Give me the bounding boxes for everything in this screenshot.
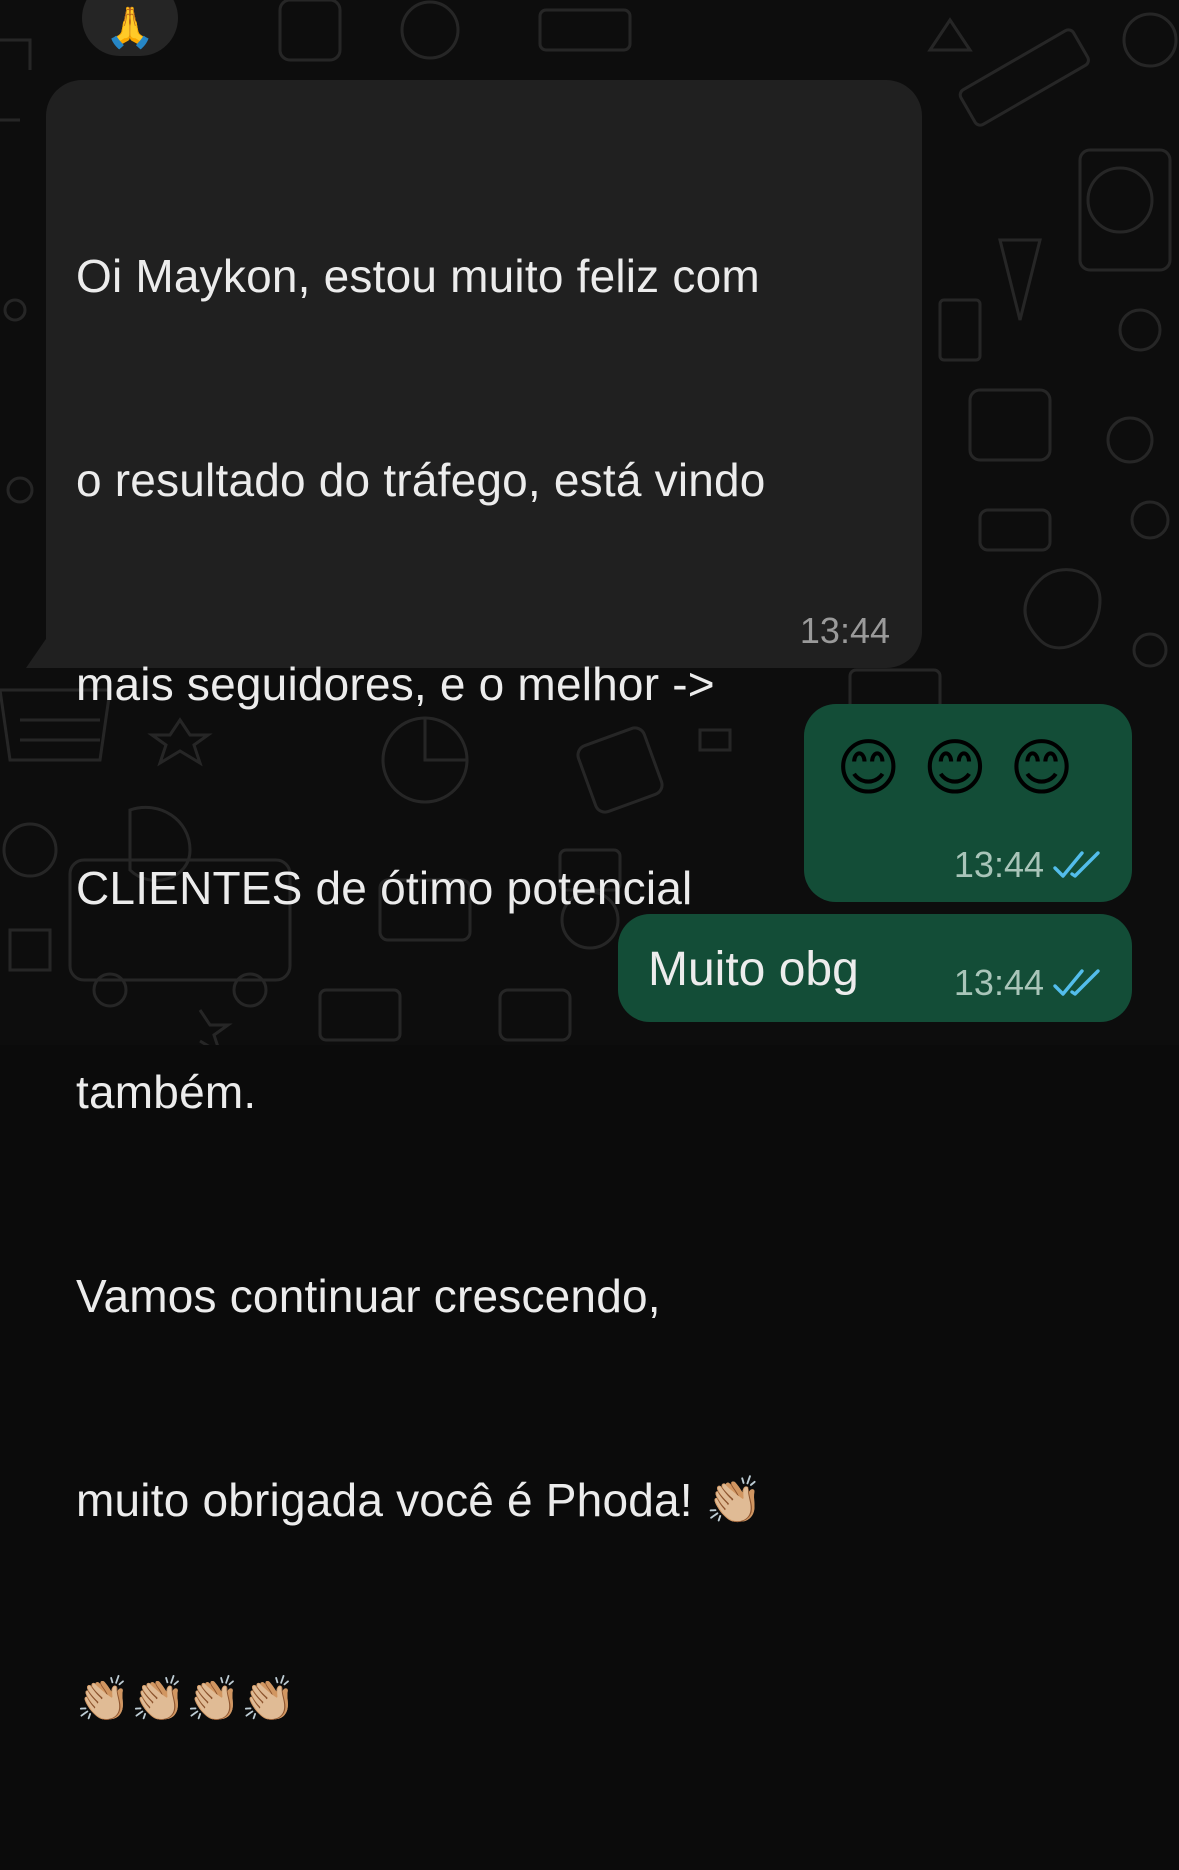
message-line: Vamos continuar crescendo, [76,1270,661,1322]
message-meta: 13:44 [954,962,1104,1004]
smiling-face-emoji-row: 😊😊😊 [836,734,1096,803]
message-meta: 13:44 [954,844,1104,886]
message-line: mais seguidores, e o melhor -> [76,658,715,710]
message-line: o resultado do tráfego, está vindo [76,454,766,506]
incoming-message-bubble[interactable]: Oi Maykon, estou muito feliz com o resul… [46,80,922,1724]
outgoing-message-text: Muito obg [648,943,859,996]
folded-hands-emoji: 🙏 [105,6,155,50]
clapping-hands-emoji-row: 👏🏼👏🏼👏🏼👏🏼 [76,1675,296,1724]
message-timestamp: 13:44 [799,610,890,651]
outgoing-message-bubble[interactable]: Muito obg 13:44 [618,914,1132,1022]
outgoing-message-bubble[interactable]: 😊😊😊 13:44 [804,704,1132,902]
message-line: também. [76,1066,257,1118]
message-line: muito obrigada você é Phoda! 👏🏼 [76,1474,764,1526]
double-check-read-icon [1053,851,1100,878]
message-line: Oi Maykon, estou muito feliz com [76,250,760,302]
message-timestamp: 13:44 [953,844,1044,885]
incoming-bubble-tail [26,636,48,668]
message-timestamp: 13:44 [953,962,1044,1003]
reaction-badge[interactable]: 🙏 [82,0,178,56]
double-check-read-icon [1053,969,1100,996]
message-line: CLIENTES de ótimo potencial [76,862,693,914]
